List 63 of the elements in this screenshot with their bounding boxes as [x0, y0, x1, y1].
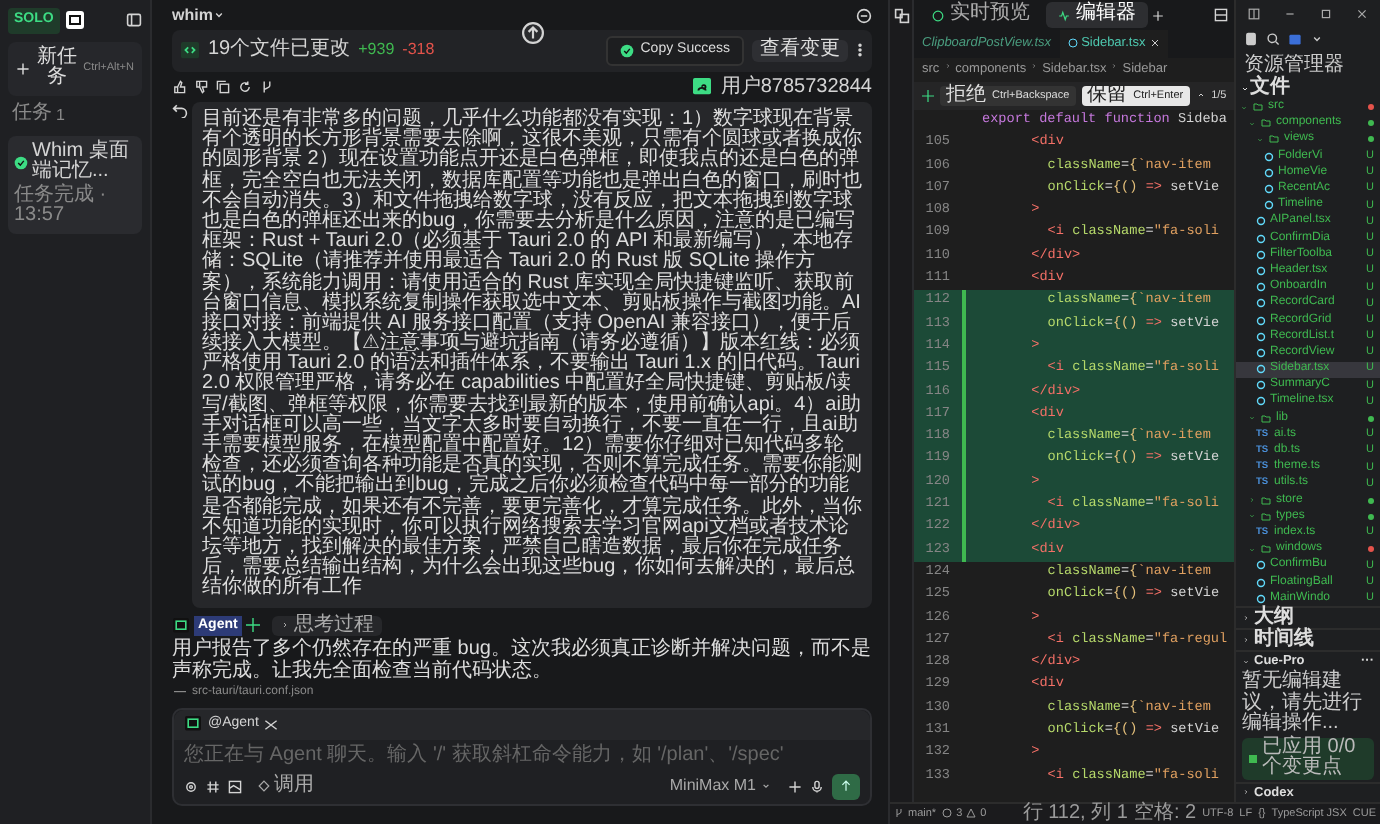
task-item[interactable]: Whim 桌面端记忆... 任务完成 · 13:57 [8, 135, 142, 233]
folder-icon [1260, 544, 1272, 555]
user-name: 用户8785732844 [720, 77, 872, 98]
chevron-down-icon[interactable] [212, 8, 227, 22]
search-icon[interactable] [1266, 32, 1280, 46]
message-input[interactable]: 您正在与 Agent 聊天。输入 '/' 获取斜杠命令能力，如 '/plan'、'/spec' [174, 739, 870, 769]
plus-icon [16, 61, 30, 75]
code-icon [180, 41, 200, 60]
agent-reply: 用户报告了多个仍然存在的严重 bug。这次我必须真正诊断并解决问题，而不是声称完成。让我先全面检查当前代码状态。 [172, 640, 872, 682]
maximize-icon[interactable] [1320, 7, 1332, 19]
microphone-icon[interactable] [810, 779, 824, 793]
explorer-title: 资源管理器 [1242, 52, 1346, 76]
plus-icon[interactable] [788, 779, 802, 793]
avatar-icon [692, 78, 713, 97]
mode-tab[interactable]: 编辑器 [1046, 2, 1148, 28]
check-circle-icon [620, 43, 635, 58]
agent-icon [172, 617, 190, 634]
diamond-icon [258, 780, 270, 792]
section-header[interactable]: 文件 [1250, 78, 1290, 99]
cursor-position[interactable]: 行 112, 列 1 [1022, 803, 1128, 824]
model-selector[interactable]: MiniMax M1 [661, 774, 780, 798]
thinking-toggle[interactable]: 思考过程 [271, 615, 382, 636]
panel-header[interactable]: 大纲 [1236, 606, 1380, 629]
check-circle-icon [14, 155, 28, 169]
mode-tab[interactable]: 实时预览 [920, 2, 1042, 28]
split-icon[interactable] [1214, 8, 1228, 22]
apply-changes-button[interactable]: 已应用 0/0 个变更点 [1242, 737, 1374, 780]
scroll-up-icon[interactable] [522, 22, 544, 44]
close-icon[interactable] [1356, 7, 1368, 19]
copy-icon[interactable] [216, 80, 230, 95]
image-icon[interactable] [228, 779, 242, 793]
section-label: 任务 [12, 103, 52, 127]
invoke-button[interactable]: 调用 [250, 775, 322, 797]
warning-icon [966, 808, 977, 819]
close-icon [1149, 38, 1160, 49]
task-count: 1 [56, 103, 65, 127]
chevron-down-icon [760, 780, 772, 792]
folder-icon [1260, 413, 1272, 424]
cue-pro-message: 暂无编辑建议，请先进行编辑操作... [1240, 672, 1364, 735]
minimize-icon[interactable] [1284, 7, 1296, 19]
thumbs-down-icon[interactable] [194, 80, 208, 95]
account-icon[interactable] [1288, 32, 1302, 46]
chevron-down-icon[interactable] [1310, 32, 1324, 46]
refresh-icon[interactable] [238, 80, 252, 95]
review-changes-button[interactable]: 查看变更 [752, 40, 848, 61]
more-vertical-icon[interactable] [856, 42, 864, 59]
panel-toggle-icon[interactable] [126, 12, 142, 29]
workspace-title[interactable]: whim [172, 3, 213, 27]
code-wave-icon [1058, 9, 1070, 21]
arrow-up-icon [840, 780, 852, 792]
user-message: 目前还是有非常多的问题，几乎什么功能都没有实现：1）数字球现在背景有个透明的长方形背景需要去除啊，这很不美观，只需有个圆球或者换成你的圆形背景 2）现在设置功能点开还是白色弹框，即使我点的还是白色的弹框，完全空白也无法关闭，数据库配置等功能也是弹出白色的窗口，刷时也不会自动消失。3）和文件拖拽给数字球，没有反应，把文本拖拽到数字球也是白色的弹框还出来的bug，你需要去分析是什么原因，注意的是已编写框架：Rust + Tauri 2.0（必须基于 Tauri 2.0 的 API 和最新编写），本地存储：SQLite（请推荐并使用最适合 Tauri 2.0 的 Rust 版 SQLite 操作方案），系统能力调用：请使用适合的 Rust 库实现全局快捷键监听、获取前台窗口信息、模拟系统复制操作获取选中文本、剪贴板操作与截图功能。AI 接口对接：前端提供 AI 服务接口配置（支持 OpenAI 兼容接口），便于后续接入大模型。【⚠注意事项与避坑指南（请务必遵循）】版本红线：必须严格使用 Tauri 2.0 的语法和插件体系，不要输出 Tauri 1.x 的旧代码。Tauri 2.0 权限管理严格，请务必在 capabilities 中配置好全局快捷键、剪贴板/读写/截图、弹框等权限，你需要去找到最新的版本，使用前确认api。4）ai助手对话框可以高一些，当文字太多时要自动换行，不要一直在一行，且ai助手需要模型服务，在模型配置中配置好。12）需要你仔细对已知代码多轮检查，还必须查询各种功能是否真的实现，否则不算完成任务。需要你能测试的bug，不能把输出到bug，完成之后你必须检查代码中每一部分的功能是否都能完成，如果还有不完善，要更完善化，才算完成任务。此外，当你不知道功能的实现时，你可以执行网络搜索去学习官网api文档或者技术论坛等地方，找到解决的最佳方案，严禁自己瞎造数据，最后你在完成任务后，需要总结输出结构，为什么会出现这些bug，你如何去解决的，最后总结你做的所有工作 [192, 102, 872, 607]
plus-icon[interactable] [1152, 9, 1164, 21]
files-icon[interactable] [1244, 32, 1258, 46]
panel-header[interactable]: 时间线 [1236, 628, 1380, 651]
agent-icon [184, 716, 202, 733]
indent-status[interactable]: 空格: 2 [1133, 803, 1197, 824]
layout-icon[interactable] [1248, 7, 1260, 19]
undo-icon[interactable] [172, 102, 188, 118]
explorer-icon[interactable] [893, 8, 909, 24]
app-logo-icon [63, 10, 86, 31]
send-button[interactable] [832, 773, 860, 799]
thumbs-up-icon[interactable] [172, 80, 186, 95]
hash-icon[interactable] [206, 779, 220, 793]
